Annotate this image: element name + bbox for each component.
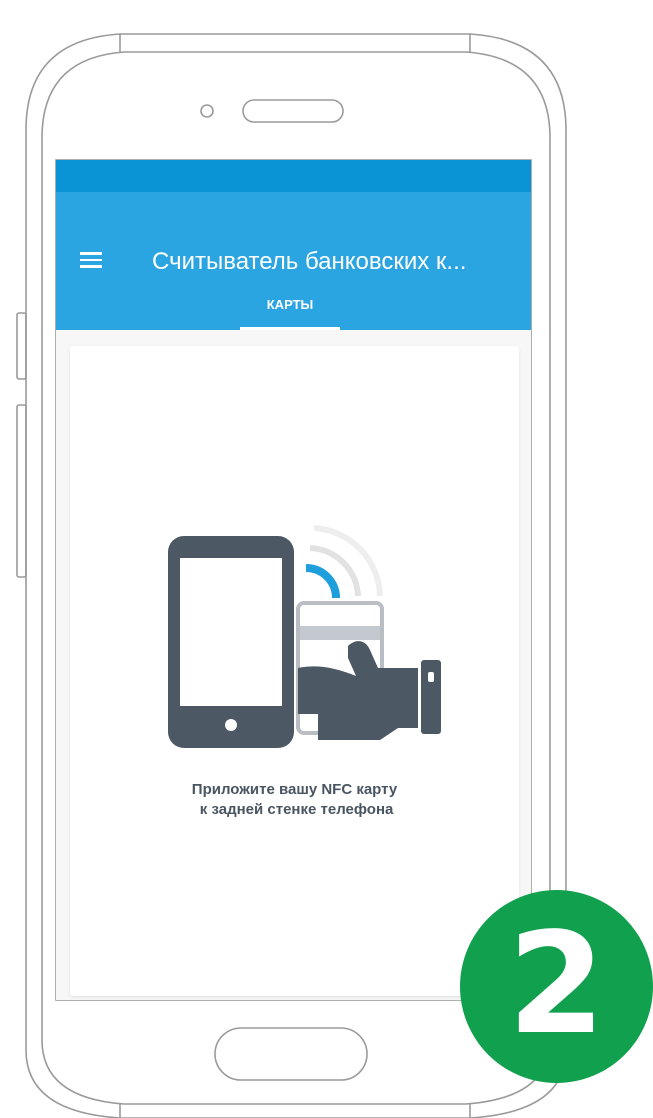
- tab-cards[interactable]: КАРТЫ: [240, 286, 340, 330]
- instruction-line-2: к задней стенке телефона: [195, 801, 394, 818]
- earpiece-speaker: [242, 99, 344, 123]
- app-title: Считыватель банковских к...: [152, 248, 467, 275]
- tab-active-indicator: [240, 327, 340, 330]
- illustration-cuff: [421, 660, 441, 734]
- nfc-instruction-text: Приложите вашу NFC карту к задней стенке…: [70, 780, 519, 820]
- app-screen: Считыватель банковских к... КАРТЫ Прилож…: [56, 160, 531, 1000]
- nfc-wave-outer: [313, 525, 383, 597]
- nfc-wave-inner: [305, 564, 340, 599]
- step-number-badge: 2: [460, 890, 653, 1083]
- cards-panel: Приложите вашу NFC карту к задней стенке…: [70, 346, 519, 996]
- status-bar: [56, 160, 531, 192]
- illustration-card-stripe: [300, 626, 380, 640]
- app-bar: Считыватель банковских к... КАРТЫ: [56, 192, 531, 330]
- hamburger-menu-icon[interactable]: [80, 252, 102, 268]
- illustration-cuff-button: [428, 672, 434, 682]
- front-camera: [200, 104, 214, 118]
- side-button-lower: [16, 404, 27, 578]
- illustration-phone-screen: [180, 558, 282, 706]
- illustration-phone-home: [225, 719, 237, 731]
- home-button: [214, 1027, 368, 1081]
- side-button-upper: [16, 312, 27, 380]
- instruction-line-1: Приложите вашу NFC карту: [191, 781, 398, 798]
- nfc-phone-card-icon: [168, 525, 441, 748]
- tab-cards-label: КАРТЫ: [266, 297, 314, 312]
